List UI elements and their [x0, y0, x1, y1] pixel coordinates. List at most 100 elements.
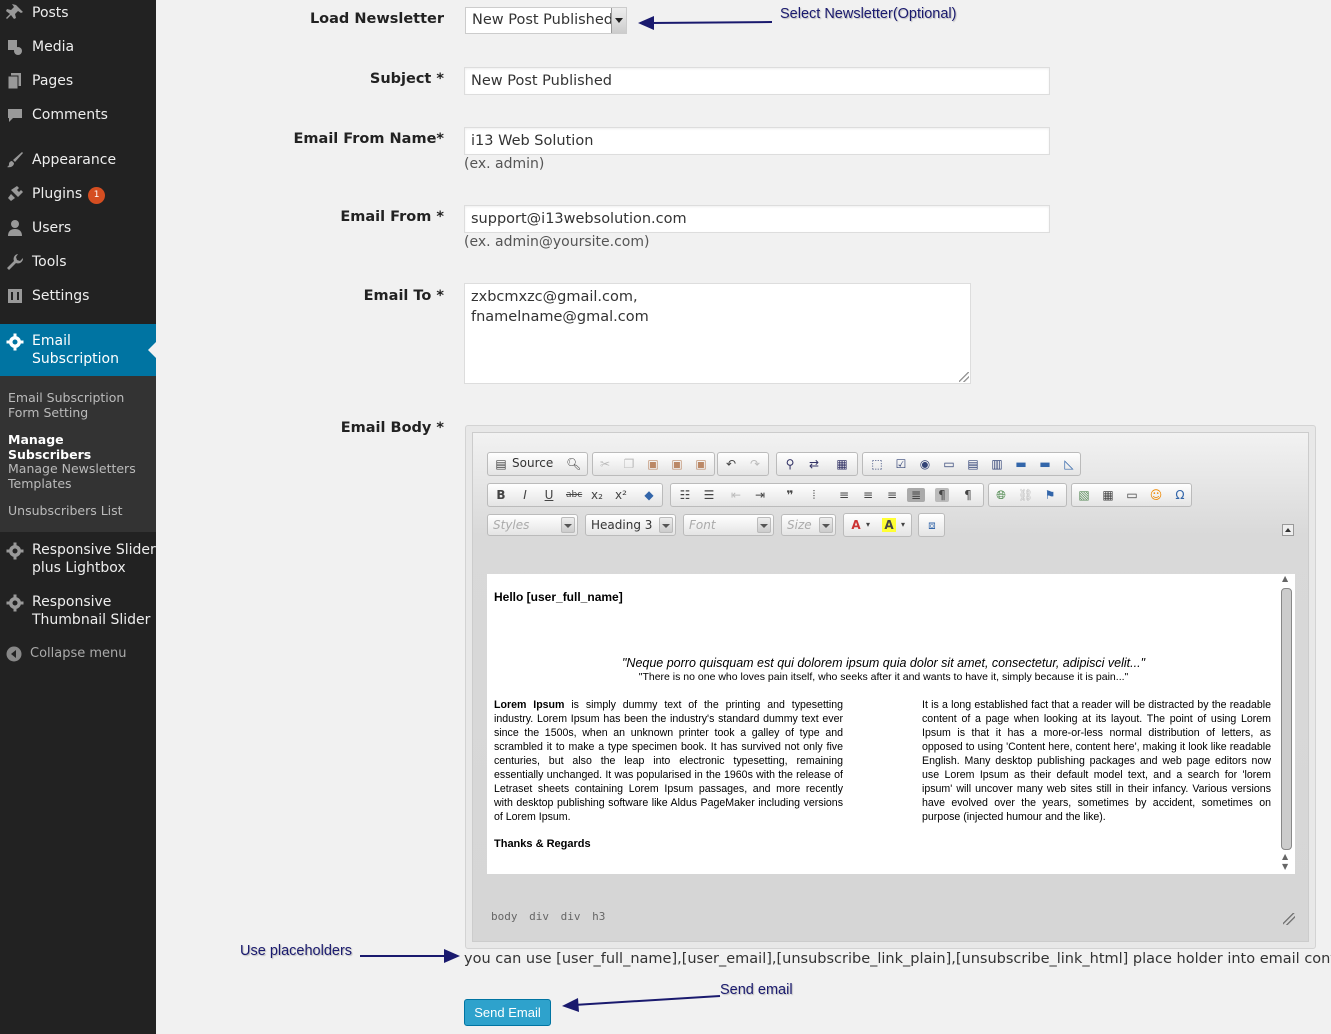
submenu-item-newsletter-templates[interactable]: Manage Newsletters Templates: [8, 461, 148, 491]
hidden-field-icon[interactable]: ◺: [1062, 457, 1076, 471]
load-newsletter-select[interactable]: New Post Published: [465, 7, 627, 34]
editor-scrollbar[interactable]: ▲ ▲ ▼: [1279, 574, 1295, 874]
form-icon[interactable]: ⬚: [870, 457, 884, 471]
outdent-icon[interactable]: ⇤: [729, 488, 743, 502]
anchor-icon[interactable]: ⚑: [1043, 488, 1057, 502]
scroll-down-icon[interactable]: ▼: [1282, 862, 1288, 871]
subject-input[interactable]: New Post Published: [464, 67, 1050, 95]
scroll-up-icon[interactable]: ▲: [1282, 852, 1288, 861]
numbered-list-icon[interactable]: ☷: [678, 488, 692, 502]
align-right-icon[interactable]: ≡: [885, 488, 899, 502]
image-button-icon[interactable]: ▬: [1038, 457, 1052, 471]
toolbar-group-find: ⚲ ⇄ ▦: [776, 452, 858, 476]
background-color-icon[interactable]: A: [882, 518, 896, 532]
button-field-icon[interactable]: ▬: [1014, 457, 1028, 471]
toolbar-group-tools: ⧈: [918, 513, 945, 537]
undo-icon[interactable]: ↶: [724, 457, 738, 471]
scroll-up-icon[interactable]: ▲: [1282, 574, 1288, 583]
select-all-icon[interactable]: ▦: [835, 457, 849, 471]
special-char-icon[interactable]: Ω: [1173, 488, 1187, 502]
radio-icon[interactable]: ◉: [918, 457, 932, 471]
copy-icon[interactable]: ❐: [622, 457, 636, 471]
size-combo-value: Size: [787, 518, 812, 532]
textfield-icon[interactable]: ▭: [942, 457, 956, 471]
collapse-arrow-icon: [6, 646, 22, 662]
toolbar-group-paragraph: ☷ ☰ ⇤ ⇥ ❞ ⦙ ≡ ≡ ≡ ≣ ¶ ¶: [670, 483, 984, 507]
annotation-send-email: Send email: [720, 982, 793, 998]
active-indicator-arrow: [148, 342, 156, 358]
content-quote-sub: "There is no one who loves pain itself, …: [638, 671, 1129, 683]
send-email-button[interactable]: Send Email: [464, 999, 551, 1026]
italic-icon[interactable]: I: [518, 488, 532, 502]
horizontal-rule-icon[interactable]: ▭: [1125, 488, 1139, 502]
size-combo[interactable]: Size: [781, 514, 836, 536]
content-greeting: Hello [user_full_name]: [494, 590, 623, 604]
chevron-down-icon[interactable]: [611, 8, 626, 33]
blockquote-icon[interactable]: ❞: [783, 488, 797, 502]
element-path[interactable]: body div div h3: [491, 910, 605, 923]
justify-icon[interactable]: ≣: [907, 488, 925, 502]
annotation-use-placeholders: Use placeholders: [240, 943, 353, 959]
editor-resize-handle[interactable]: [1283, 913, 1295, 925]
superscript-icon[interactable]: x²: [614, 488, 628, 502]
preview-icon[interactable]: 🔍︎: [566, 457, 581, 471]
toolbar-group-basic-styles: B I U abc x₂ x² ◆: [487, 483, 663, 507]
chevron-down-icon[interactable]: ▾: [861, 518, 875, 532]
remove-format-icon[interactable]: ◆: [642, 488, 656, 502]
checkbox-icon[interactable]: ☑: [894, 457, 908, 471]
resize-handle[interactable]: [959, 372, 969, 382]
strike-icon[interactable]: abc: [566, 488, 582, 502]
replace-icon[interactable]: ⇄: [807, 457, 821, 471]
wrench-icon: [7, 254, 24, 270]
align-center-icon[interactable]: ≡: [861, 488, 875, 502]
from-name-input[interactable]: i13 Web Solution: [464, 127, 1050, 155]
image-icon[interactable]: ▧: [1077, 488, 1091, 502]
ltr-icon[interactable]: ¶: [935, 488, 949, 502]
format-combo-value: Heading 3: [591, 518, 653, 532]
subscript-icon[interactable]: x₂: [590, 488, 604, 502]
creatediv-icon[interactable]: ⦙: [807, 488, 821, 502]
content-left-bold: Lorem Ipsum: [494, 699, 565, 711]
email-to-textarea[interactable]: zxbcmxzc@gmail.com, fnamelname@gmal.com: [464, 283, 971, 384]
font-combo[interactable]: Font: [683, 514, 774, 536]
format-combo[interactable]: Heading 3: [585, 514, 676, 536]
chevron-down-icon[interactable]: ▾: [896, 518, 910, 532]
cut-icon[interactable]: ✂: [598, 457, 612, 471]
redo-icon[interactable]: ↷: [748, 457, 762, 471]
sidebar-item-email-subscription[interactable]: Email Subscription: [0, 324, 156, 376]
scrollbar-thumb[interactable]: [1281, 588, 1292, 850]
paste-icon[interactable]: ▣: [646, 457, 660, 471]
content-left-column: Lorem Ipsum is simply dummy text of the …: [494, 698, 843, 824]
select-field-icon[interactable]: ▥: [990, 457, 1004, 471]
collapse-toolbar-button[interactable]: [1282, 524, 1294, 536]
find-icon[interactable]: ⚲: [783, 457, 797, 471]
paste-word-icon[interactable]: ▣: [694, 457, 708, 471]
unlink-icon[interactable]: ⛓: [1018, 488, 1033, 502]
smiley-icon[interactable]: ☺: [1149, 488, 1163, 502]
textarea-icon[interactable]: ▤: [966, 457, 980, 471]
annotation-arrow-icon: [562, 995, 721, 1012]
plugin-icon: [8, 186, 23, 201]
styles-combo[interactable]: Styles: [487, 514, 578, 536]
submenu-item-unsubscribers[interactable]: Unsubscribers List: [8, 503, 148, 518]
update-count-badge: 1: [88, 187, 106, 204]
paste-text-icon[interactable]: ▣: [670, 457, 684, 471]
underline-icon[interactable]: U: [542, 488, 556, 502]
maximize-icon[interactable]: ⧈: [925, 518, 939, 532]
rtl-icon[interactable]: ¶: [961, 488, 975, 502]
bold-icon[interactable]: B: [494, 488, 508, 502]
sidebar-submenu: Email Subscription Form Setting Manage S…: [0, 376, 156, 532]
user-icon: [8, 220, 22, 236]
source-button[interactable]: Source: [512, 456, 553, 470]
link-icon[interactable]: 🌐︎: [994, 488, 1008, 502]
submenu-item-form-setting[interactable]: Email Subscription Form Setting: [8, 390, 148, 420]
submenu-item-manage-subscribers[interactable]: Manage Subscribers: [8, 432, 148, 462]
toolbar-group-clipboard: ✂ ❐ ▣ ▣ ▣: [592, 452, 715, 476]
bulleted-list-icon[interactable]: ☰: [702, 488, 716, 502]
email-from-input[interactable]: support@i13websolution.com: [464, 205, 1050, 233]
align-left-icon[interactable]: ≡: [837, 488, 851, 502]
indent-icon[interactable]: ⇥: [753, 488, 767, 502]
load-newsletter-value: New Post Published: [472, 12, 613, 28]
table-icon[interactable]: ▦: [1101, 488, 1115, 502]
source-icon[interactable]: ▤: [494, 457, 508, 471]
